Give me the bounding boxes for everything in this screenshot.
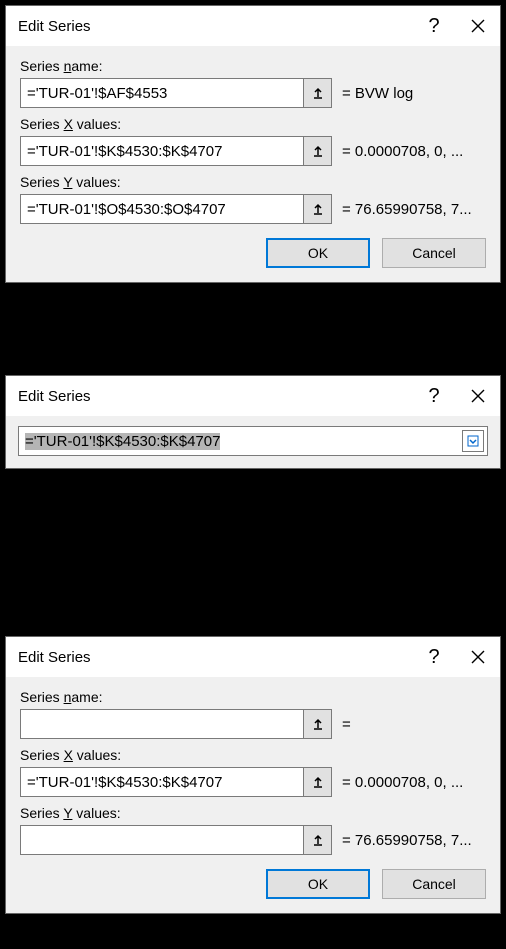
edit-series-dialog-3: Edit Series ? Series name: = Series X va… <box>5 636 501 914</box>
series-x-preview: = 0.0000708, 0, ... <box>342 774 486 791</box>
series-x-input-wrap <box>20 767 332 797</box>
series-y-label: Series Y values: <box>20 805 486 821</box>
edit-series-dialog-1: Edit Series ? Series name: = BVW log Ser… <box>5 5 501 283</box>
collapse-ref-button[interactable] <box>303 195 331 223</box>
cancel-button[interactable]: Cancel <box>382 869 486 899</box>
series-y-preview: = 76.65990758, 7... <box>342 201 486 218</box>
series-y-input[interactable] <box>21 195 303 223</box>
collapse-ref-icon <box>311 833 325 847</box>
series-x-label: Series X values: <box>20 116 486 132</box>
series-y-input[interactable] <box>21 826 303 854</box>
series-x-input-wrap <box>20 136 332 166</box>
series-x-input[interactable] <box>21 137 303 165</box>
close-icon <box>470 649 486 665</box>
series-y-input-wrap <box>20 825 332 855</box>
collapse-ref-icon <box>311 202 325 216</box>
series-x-input[interactable] <box>21 768 303 796</box>
series-name-input-wrap <box>20 78 332 108</box>
collapse-ref-icon <box>311 86 325 100</box>
cancel-button[interactable]: Cancel <box>382 238 486 268</box>
series-name-label: Series name: <box>20 58 486 74</box>
dialog-title: Edit Series <box>18 18 412 35</box>
ok-button[interactable]: OK <box>266 869 370 899</box>
help-button[interactable]: ? <box>412 6 456 46</box>
series-name-preview: = BVW log <box>342 85 486 102</box>
close-icon <box>470 388 486 404</box>
series-name-label: Series name: <box>20 689 486 705</box>
collapse-ref-button[interactable] <box>303 826 331 854</box>
edit-series-dialog-collapsed: Edit Series ? ='TUR-01'!$K$4530:$K$4707 <box>5 375 501 469</box>
titlebar: Edit Series ? <box>6 637 500 677</box>
help-button[interactable]: ? <box>412 376 456 416</box>
close-icon <box>470 18 486 34</box>
series-y-input-wrap <box>20 194 332 224</box>
ok-button[interactable]: OK <box>266 238 370 268</box>
collapse-ref-button[interactable] <box>303 768 331 796</box>
series-name-input[interactable] <box>21 79 303 107</box>
series-y-label: Series Y values: <box>20 174 486 190</box>
series-name-preview: = <box>342 716 486 733</box>
series-name-input[interactable] <box>21 710 303 738</box>
collapse-ref-button[interactable] <box>303 137 331 165</box>
series-x-label: Series X values: <box>20 747 486 763</box>
range-input-wrap: ='TUR-01'!$K$4530:$K$4707 <box>18 426 488 456</box>
collapse-ref-button[interactable] <box>303 710 331 738</box>
series-y-preview: = 76.65990758, 7... <box>342 832 486 849</box>
help-button[interactable]: ? <box>412 637 456 677</box>
close-button[interactable] <box>456 6 500 46</box>
collapse-ref-icon <box>311 717 325 731</box>
expand-ref-button[interactable] <box>462 430 484 452</box>
collapse-ref-icon <box>311 144 325 158</box>
series-name-input-wrap <box>20 709 332 739</box>
titlebar: Edit Series ? <box>6 6 500 46</box>
close-button[interactable] <box>456 637 500 677</box>
dialog-title: Edit Series <box>18 649 412 666</box>
range-input[interactable]: ='TUR-01'!$K$4530:$K$4707 <box>19 427 462 455</box>
titlebar: Edit Series ? <box>6 376 500 416</box>
series-x-preview: = 0.0000708, 0, ... <box>342 143 486 160</box>
collapse-ref-button[interactable] <box>303 79 331 107</box>
close-button[interactable] <box>456 376 500 416</box>
collapse-ref-icon <box>311 775 325 789</box>
expand-ref-icon <box>467 435 479 447</box>
dialog-title: Edit Series <box>18 388 412 405</box>
